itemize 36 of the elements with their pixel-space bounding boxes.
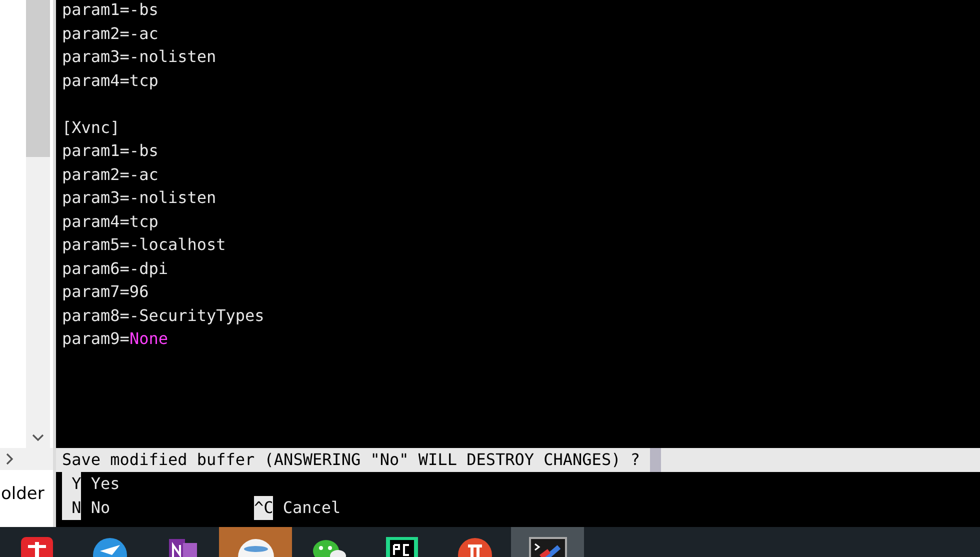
dictionary-icon	[20, 537, 54, 557]
code-line: param3=-nolisten	[62, 46, 218, 68]
code-line: param6=-dpi	[62, 258, 169, 280]
horizontal-scrollbar[interactable]	[0, 448, 53, 470]
shortcut-label: No	[90, 497, 110, 519]
code-line: param2=-ac	[62, 164, 160, 186]
code-line: param5=-localhost	[62, 234, 227, 256]
cursor	[650, 448, 661, 472]
folder-label[interactable]: older	[1, 484, 53, 504]
shortcut-label: Cancel	[282, 497, 341, 519]
bird-icon	[92, 537, 128, 557]
notebook-icon	[166, 537, 198, 557]
ide-icon	[384, 537, 420, 557]
chevron-right-icon[interactable]	[6, 453, 14, 465]
shortcut-label: Yes	[90, 473, 120, 495]
taskbar-app[interactable]	[511, 527, 584, 557]
code-line: param1=-bs	[62, 140, 160, 162]
terminal-icon	[528, 537, 566, 557]
round-app-icon	[456, 537, 492, 557]
code-line: [Xvnc]	[62, 116, 121, 138]
code-line: param2=-ac	[62, 22, 160, 44]
code-line: param3=-nolisten	[62, 187, 218, 209]
code-line: param4=tcp	[62, 70, 160, 92]
shortcut-key: N	[62, 496, 82, 520]
code-line: param1=-bs	[62, 0, 160, 21]
shortcut-key: ^C	[254, 496, 274, 520]
code-line: param7=96	[62, 281, 150, 303]
globe-icon	[238, 537, 274, 557]
code-line: param8=-SecurityTypes	[62, 304, 266, 326]
prompt-message: Save modified buffer (ANSWERING "No" WILL DESTROY CHANGES) ?	[62, 449, 640, 471]
chat-icon	[310, 537, 346, 557]
chevron-down-icon[interactable]	[32, 434, 44, 442]
code-line: param4=tcp	[62, 210, 160, 232]
code-line: param9=None	[62, 328, 169, 350]
shortcut-key: Y	[62, 472, 82, 496]
scrollbar[interactable]	[26, 0, 50, 448]
